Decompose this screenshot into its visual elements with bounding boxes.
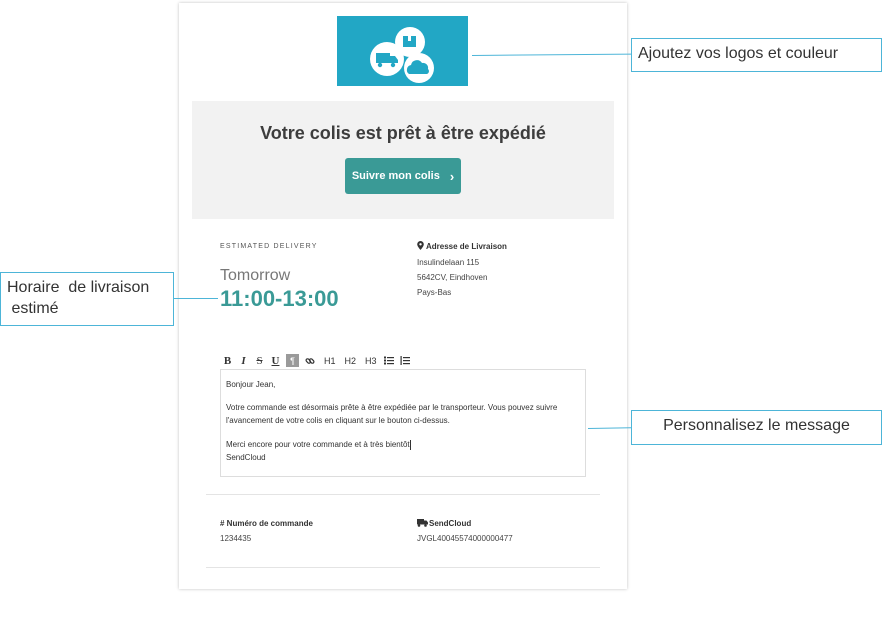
hero-title: Votre colis est prêt à être expédié <box>260 123 546 143</box>
logo[interactable] <box>337 16 468 86</box>
underline-button[interactable]: U <box>270 354 281 367</box>
order-number-label: # Numéro de commande <box>220 519 313 528</box>
message-body: Votre commande est désormais prête à êtr… <box>226 403 558 425</box>
callout-logo: Ajoutez vos logos et couleur <box>631 38 882 72</box>
callout-delivery-line-2: estimé <box>7 300 59 317</box>
message-greeting: Bonjour Jean, <box>226 380 276 389</box>
heading-1-button[interactable]: H1 <box>324 354 336 367</box>
address-line-3: Pays-Bas <box>417 288 452 297</box>
link-button[interactable] <box>304 354 315 367</box>
truck-icon <box>417 519 428 527</box>
track-parcel-button[interactable]: Suivre mon colis › <box>345 158 461 194</box>
bold-button[interactable]: B <box>222 354 233 367</box>
callout-delivery-time: Horaire de livraison estimé <box>0 272 174 326</box>
bullet-list-icon <box>384 356 395 365</box>
hero-banner: Votre colis est prêt à être expédié Suiv… <box>192 101 614 219</box>
estimated-delivery-label: ESTIMATED DELIVERY <box>220 243 318 250</box>
tracking-number-value: JVGL40045574000000477 <box>417 534 513 543</box>
callout-message: Personnalisez le message <box>631 410 882 445</box>
editor-toolbar: B I S U ¶ H1 H2 H3 <box>222 353 411 368</box>
link-icon <box>304 357 315 364</box>
address-line-1: Insulindelaan 115 <box>417 258 480 267</box>
email-preview-card: Votre colis est prêt à être expédié Suiv… <box>179 3 627 589</box>
message-signature: SendCloud <box>226 453 266 462</box>
paragraph-button[interactable]: ¶ <box>286 354 299 367</box>
text-cursor <box>409 439 411 450</box>
callout-delivery-line-1: Horaire de livraison <box>7 279 150 296</box>
message-closing-line: Merci encore pour votre commande et à tr… <box>226 438 581 451</box>
bullet-list-button[interactable] <box>384 354 395 367</box>
carrier-label: SendCloud <box>417 519 471 528</box>
heading-2-button[interactable]: H2 <box>345 354 357 367</box>
order-number-value: 1234435 <box>220 534 252 543</box>
strikethrough-button[interactable]: S <box>254 354 265 367</box>
divider <box>206 567 600 568</box>
heading-3-button[interactable]: H3 <box>365 354 377 367</box>
callout-connector-delivery <box>174 298 218 299</box>
message-closing: Merci encore pour votre commande et à tr… <box>226 440 410 449</box>
chevron-right-icon: › <box>449 168 455 184</box>
address-title: Adresse de Livraison <box>417 241 507 251</box>
estimated-delivery-day: Tomorrow <box>220 267 291 284</box>
estimated-delivery-time: 11:00-13:00 <box>220 286 339 311</box>
carrier-name: SendCloud <box>429 519 472 528</box>
message-editor[interactable]: Bonjour Jean, Votre commande est désorma… <box>220 369 586 477</box>
divider <box>206 494 600 495</box>
track-button-label: Suivre mon colis <box>351 170 440 182</box>
package-icon <box>403 36 416 47</box>
numbered-list-button[interactable] <box>400 354 411 367</box>
map-pin-icon <box>417 241 424 250</box>
italic-button[interactable]: I <box>238 354 249 367</box>
address-line-2: 5642CV, Eindhoven <box>417 273 488 282</box>
address-title-text: Adresse de Livraison <box>426 242 507 251</box>
numbered-list-icon <box>400 356 411 365</box>
